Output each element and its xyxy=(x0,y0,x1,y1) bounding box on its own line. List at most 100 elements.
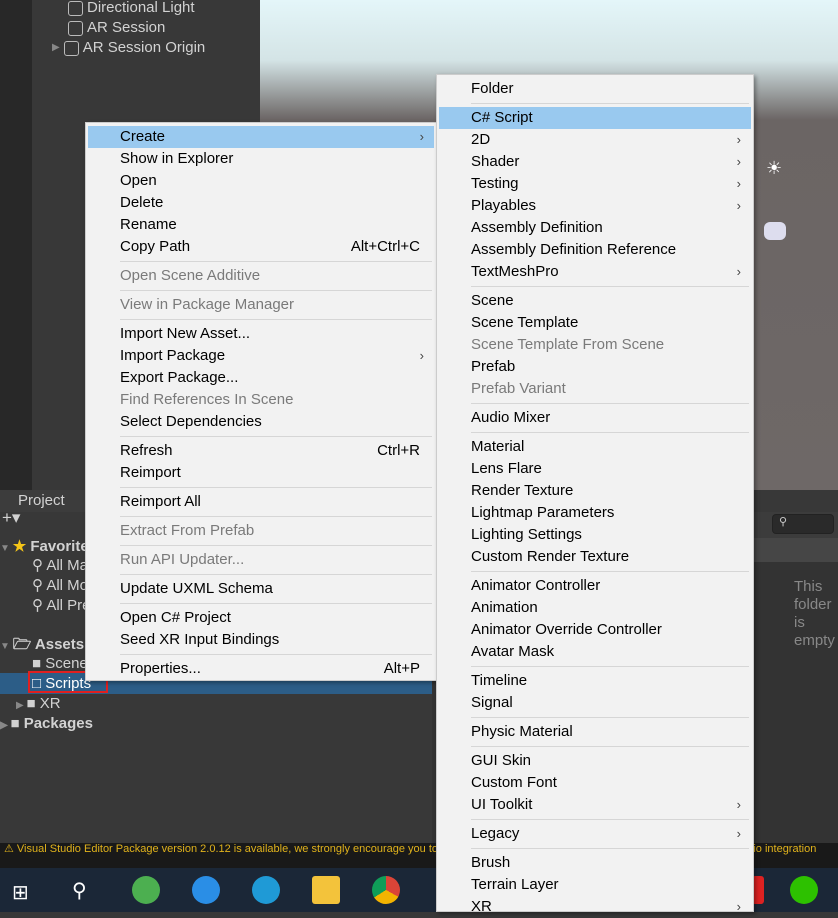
menu-item-physic-material[interactable]: Physic Material xyxy=(439,721,751,743)
empty-folder-text: This folder is empty xyxy=(794,578,835,649)
menu-item-label: 2D xyxy=(471,131,491,148)
packages-node[interactable]: ▶ ■ Packages xyxy=(0,714,93,734)
menu-item-label: Animation xyxy=(471,599,538,616)
add-button[interactable]: +▾ xyxy=(2,508,20,528)
menu-item-export-package[interactable]: Export Package... xyxy=(88,367,434,389)
menu-item-reimport[interactable]: Reimport xyxy=(88,462,434,484)
menu-item-label: Find References In Scene xyxy=(120,391,294,408)
menu-item-animator-override-controller[interactable]: Animator Override Controller xyxy=(439,619,751,641)
menu-item-signal[interactable]: Signal xyxy=(439,692,751,714)
menu-item-material[interactable]: Material xyxy=(439,436,751,458)
menu-item-label: Scene Template From Scene xyxy=(471,336,665,353)
create-submenu: Folder C# Script 2D › Shader › Testing › Playabl… xyxy=(436,74,754,915)
menu-item-import-new-asset[interactable]: Import New Asset... xyxy=(88,323,434,345)
menu-item-prefab[interactable]: Prefab xyxy=(439,356,751,378)
search-icon[interactable]: ⚲ xyxy=(72,878,87,903)
menu-item-refresh[interactable]: Refresh Ctrl+R xyxy=(88,440,434,462)
menu-item-lighting-settings[interactable]: Lighting Settings xyxy=(439,524,751,546)
menu-item-folder[interactable]: Folder xyxy=(439,78,751,100)
menu-item-show-in-explorer[interactable]: Show in Explorer xyxy=(88,148,434,170)
menu-item-label: C# Script xyxy=(471,109,533,126)
menu-item-label: Rename xyxy=(120,216,177,233)
menu-item-label: Import New Asset... xyxy=(120,325,251,342)
menu-item-shader[interactable]: Shader › xyxy=(439,151,751,173)
chrome-icon[interactable] xyxy=(372,876,400,904)
search-input[interactable]: ⚲ xyxy=(772,514,834,534)
menu-item-custom-render-texture[interactable]: Custom Render Texture xyxy=(439,546,751,568)
menu-item-rename[interactable]: Rename xyxy=(88,214,434,236)
chevron-right-icon: › xyxy=(736,154,741,169)
menu-item-create[interactable]: Create › xyxy=(88,126,434,148)
menu-separator xyxy=(88,258,434,265)
menu-item-copy-path[interactable]: Copy Path Alt+Ctrl+C xyxy=(88,236,434,258)
menu-item-open[interactable]: Open xyxy=(88,170,434,192)
menu-item-animator-controller[interactable]: Animator Controller xyxy=(439,575,751,597)
assets-node[interactable]: ▼ 🗁 Assets xyxy=(0,635,84,655)
menu-item-reimport-all[interactable]: Reimport All xyxy=(88,491,434,513)
menu-item-seed-xr-input-bindings[interactable]: Seed XR Input Bindings xyxy=(88,629,434,651)
menu-item-c-script[interactable]: C# Script xyxy=(439,107,751,129)
folder-item[interactable]: ▶ ■ XR xyxy=(16,694,61,714)
menu-item-scene-template[interactable]: Scene Template xyxy=(439,312,751,334)
menu-item-ui-toolkit[interactable]: UI Toolkit › xyxy=(439,794,751,816)
menu-item-update-uxml-schema[interactable]: Update UXML Schema xyxy=(88,578,434,600)
menu-separator xyxy=(88,542,434,549)
menu-item-label: Timeline xyxy=(471,672,528,689)
menu-item-2d[interactable]: 2D › xyxy=(439,129,751,151)
menu-item-label: Create xyxy=(120,128,166,145)
360-browser-icon[interactable] xyxy=(132,876,160,904)
left-strip xyxy=(0,0,32,490)
menu-item-brush[interactable]: Brush xyxy=(439,852,751,874)
favorites-node[interactable]: ▼ ★ Favorites xyxy=(0,537,97,557)
menu-item-label: Export Package... xyxy=(120,369,239,386)
menu-item-label: Run API Updater... xyxy=(120,551,245,568)
menu-item-avatar-mask[interactable]: Avatar Mask xyxy=(439,641,751,663)
hierarchy-item[interactable]: Directional Light xyxy=(68,0,195,18)
menu-separator xyxy=(439,100,751,107)
menu-item-lens-flare[interactable]: Lens Flare xyxy=(439,458,751,480)
internet-explorer-icon[interactable] xyxy=(192,876,220,904)
menu-item-select-dependencies[interactable]: Select Dependencies xyxy=(88,411,434,433)
menu-item-terrain-layer[interactable]: Terrain Layer xyxy=(439,874,751,896)
menu-item-custom-font[interactable]: Custom Font xyxy=(439,772,751,794)
menu-item-playables[interactable]: Playables › xyxy=(439,195,751,217)
menu-item-open-c-project[interactable]: Open C# Project xyxy=(88,607,434,629)
menu-item-render-texture[interactable]: Render Texture xyxy=(439,480,751,502)
menu-separator xyxy=(439,568,751,575)
menu-item-label: Lighting Settings xyxy=(471,526,582,543)
menu-item-label: Select Dependencies xyxy=(120,413,262,430)
camera-gizmo-icon xyxy=(764,222,786,240)
expand-arrow-icon: ▶ xyxy=(16,700,27,711)
expand-arrow-icon[interactable]: ▶ xyxy=(52,38,60,58)
menu-item-scene[interactable]: Scene xyxy=(439,290,751,312)
menu-item-label: Lightmap Parameters xyxy=(471,504,615,521)
menu-item-import-package[interactable]: Import Package › xyxy=(88,345,434,367)
menu-item-assembly-definition-reference[interactable]: Assembly Definition Reference xyxy=(439,239,751,261)
menu-item-label: Show in Explorer xyxy=(120,150,234,167)
file-explorer-icon[interactable] xyxy=(312,876,340,904)
menu-separator xyxy=(439,845,751,852)
menu-item-animation[interactable]: Animation xyxy=(439,597,751,619)
menu-item-testing[interactable]: Testing › xyxy=(439,173,751,195)
menu-item-label: Prefab Variant xyxy=(471,380,566,397)
menu-item-timeline[interactable]: Timeline xyxy=(439,670,751,692)
edge-icon[interactable] xyxy=(252,876,280,904)
menu-item-properties[interactable]: Properties... Alt+P xyxy=(88,658,434,680)
menu-item-textmeshpro[interactable]: TextMeshPro › xyxy=(439,261,751,283)
menu-item-xr[interactable]: XR › xyxy=(439,896,751,918)
hierarchy-item[interactable]: ▶ AR Session Origin xyxy=(52,38,205,58)
menu-item-gui-skin[interactable]: GUI Skin xyxy=(439,750,751,772)
hierarchy-item[interactable]: AR Session xyxy=(68,18,165,38)
menu-item-lightmap-parameters[interactable]: Lightmap Parameters xyxy=(439,502,751,524)
menu-item-legacy[interactable]: Legacy › xyxy=(439,823,751,845)
menu-item-label: Shader xyxy=(471,153,520,170)
wechat-icon[interactable] xyxy=(790,876,818,904)
menu-item-label: Playables xyxy=(471,197,537,214)
windows-start-icon[interactable]: ⊞ xyxy=(12,880,29,905)
menu-item-label: XR xyxy=(471,898,492,915)
menu-item-label: Update UXML Schema xyxy=(120,580,273,597)
menu-item-assembly-definition[interactable]: Assembly Definition xyxy=(439,217,751,239)
menu-separator xyxy=(439,400,751,407)
menu-item-delete[interactable]: Delete xyxy=(88,192,434,214)
menu-item-audio-mixer[interactable]: Audio Mixer xyxy=(439,407,751,429)
